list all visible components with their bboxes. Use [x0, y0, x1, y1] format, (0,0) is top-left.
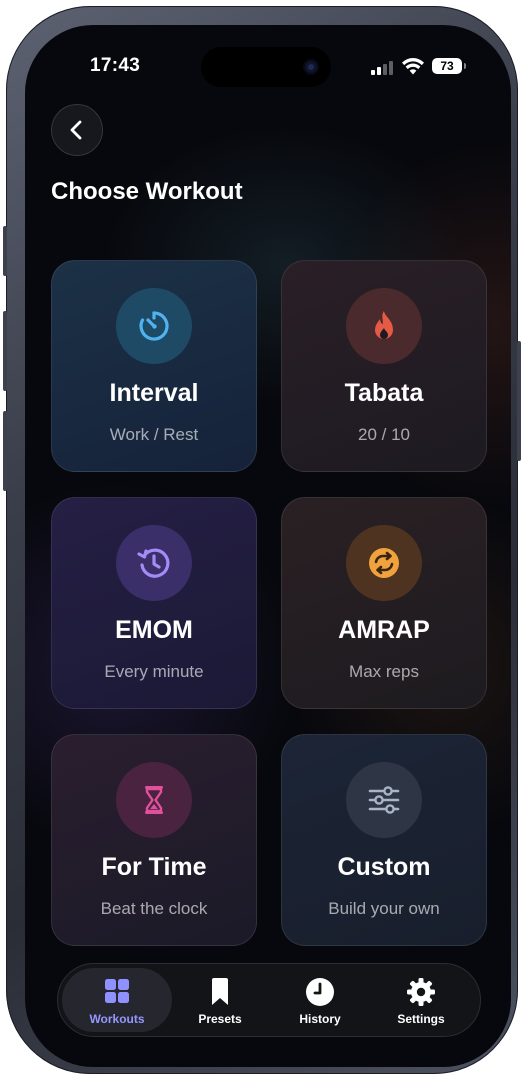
gear-icon: [407, 978, 435, 1006]
timer-icon: [139, 311, 169, 341]
tab-workouts[interactable]: Workouts: [62, 968, 172, 1032]
cellular-signal-icon: [371, 61, 395, 75]
phone-frame: 17:43 73 Choose Workout Interval Work / …: [3, 6, 521, 1074]
power-button: [517, 341, 521, 461]
tab-label: Presets: [198, 1012, 242, 1026]
tab-history[interactable]: History: [265, 968, 375, 1032]
bookmark-icon: [212, 978, 228, 1005]
tab-label: Settings: [397, 1012, 445, 1026]
dynamic-island: [201, 47, 331, 87]
tab-presets[interactable]: Presets: [165, 968, 275, 1032]
hourglass-icon: [145, 786, 163, 814]
volume-up-button: [3, 311, 7, 391]
workout-card-for-time[interactable]: For Time Beat the clock: [51, 734, 257, 946]
grid-icon: [105, 979, 129, 1003]
workout-card-tabata[interactable]: Tabata 20 / 10: [281, 260, 487, 472]
workout-title: Tabata: [344, 379, 424, 407]
battery-indicator: 73: [432, 58, 466, 74]
page-title: Choose Workout: [51, 178, 243, 205]
workout-subtitle: Work / Rest: [109, 425, 199, 444]
screen: 17:43 73 Choose Workout Interval Work / …: [25, 25, 511, 1067]
workout-subtitle: Beat the clock: [100, 899, 208, 918]
workout-title: Custom: [337, 853, 431, 881]
workout-title: AMRAP: [338, 616, 430, 644]
workout-subtitle: Build your own: [328, 899, 440, 918]
history-clock-icon: [137, 548, 170, 578]
workout-card-emom[interactable]: EMOM Every minute: [51, 497, 257, 709]
sliders-icon: [368, 786, 400, 814]
back-button[interactable]: [51, 104, 103, 156]
workout-subtitle: 20 / 10: [358, 425, 410, 444]
action-button: [3, 226, 7, 276]
workout-title: Interval: [109, 379, 199, 407]
workout-title: For Time: [101, 853, 207, 881]
tab-bar: Workouts Presets History Settings: [57, 963, 481, 1037]
status-time: 17:43: [90, 55, 141, 76]
workout-subtitle: Every minute: [104, 662, 204, 681]
status-bar: 17:43 73: [25, 25, 511, 95]
camera-icon: [303, 59, 319, 75]
chevron-left-icon: [70, 120, 82, 140]
tab-label: Workouts: [89, 1012, 145, 1026]
repeat-icon: [369, 548, 399, 578]
tab-label: History: [299, 1012, 341, 1026]
workout-card-custom[interactable]: Custom Build your own: [281, 734, 487, 946]
workout-card-amrap[interactable]: AMRAP Max reps: [281, 497, 487, 709]
workout-title: EMOM: [115, 616, 193, 644]
tab-settings[interactable]: Settings: [366, 968, 476, 1032]
flame-icon: [375, 311, 393, 339]
clock-icon: [306, 978, 334, 1006]
volume-down-button: [3, 411, 7, 491]
workout-subtitle: Max reps: [349, 662, 419, 681]
workout-card-interval[interactable]: Interval Work / Rest: [51, 260, 257, 472]
wifi-icon: [402, 58, 424, 75]
